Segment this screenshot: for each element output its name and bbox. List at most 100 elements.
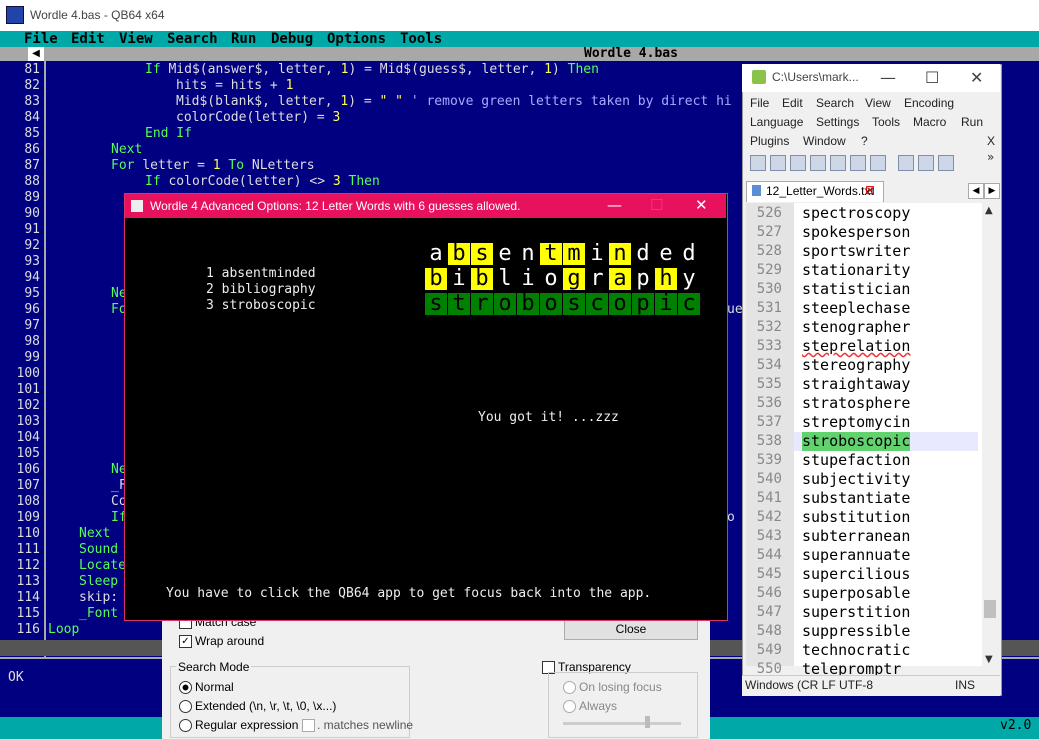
code-line-84: colorCode(letter) = 3 [176, 110, 341, 125]
always-radio[interactable] [563, 700, 576, 713]
extended-radio[interactable] [179, 700, 192, 713]
notepadpp-app-icon [752, 70, 766, 84]
on-losing-focus-radio[interactable] [563, 681, 576, 694]
wordle-maximize-icon[interactable]: ☐ [650, 196, 663, 214]
new-file-icon[interactable] [750, 155, 766, 171]
wordle-close-icon[interactable]: ✕ [695, 196, 708, 214]
np-line-number: 534 [756, 357, 782, 373]
save-icon[interactable] [790, 155, 806, 171]
qb-editor-top-border [0, 47, 1039, 61]
np-menu-language[interactable]: Language [750, 115, 803, 129]
np-line-number: 529 [756, 262, 782, 278]
scroll-up-icon[interactable]: ▲ [985, 205, 993, 216]
cut-icon[interactable] [898, 155, 914, 171]
normal-radio[interactable] [179, 681, 192, 694]
np-menu-search[interactable]: Search [816, 96, 854, 110]
np-menu-close-doc[interactable]: X [987, 134, 995, 148]
code-line-113: Sleep [79, 574, 119, 589]
notepadpp-window-title: C:\Users\mark... [772, 70, 859, 84]
np-line-number: 538 [756, 433, 782, 449]
scroll-down-icon[interactable]: ▼ [985, 654, 993, 665]
scroll-left-icon[interactable]: ◀ [28, 47, 44, 61]
qb-menu-view[interactable]: View [119, 31, 153, 47]
np-menu-file[interactable]: File [750, 96, 769, 110]
letter-tile: b [471, 268, 493, 290]
transparency-slider[interactable] [563, 722, 681, 725]
regex-radio[interactable] [179, 719, 192, 732]
qb-menu-edit[interactable]: Edit [71, 31, 105, 47]
np-menu-window[interactable]: Window [803, 134, 846, 148]
np-text-line: substitution [802, 508, 911, 526]
tab-scroll-right-icon[interactable]: ▶ [984, 183, 1000, 199]
guess-list-item-3: 3 stroboscopic [206, 298, 316, 313]
np-menu-tools[interactable]: Tools [872, 115, 900, 129]
qb-menu-search[interactable]: Search [167, 31, 218, 47]
matches-newline-checkbox[interactable] [302, 719, 315, 732]
letter-tile: i [655, 293, 677, 315]
maximize-icon[interactable]: ☐ [925, 68, 939, 87]
code-line-112: Locate [79, 558, 126, 573]
letter-tile: d [682, 241, 696, 266]
qb-line-number: 103 [16, 414, 40, 429]
code-line-81: If Mid$(answer$, letter, 1) = Mid$(guess… [145, 62, 599, 77]
qb-line-number: 89 [24, 190, 40, 205]
np-menu-edit[interactable]: Edit [782, 96, 803, 110]
np-menu-macro[interactable]: Macro [913, 115, 946, 129]
qb-line-number: 84 [24, 110, 40, 125]
np-text-line: stereography [802, 356, 911, 374]
qb-line-number: 111 [16, 542, 40, 557]
save-all-icon[interactable] [810, 155, 826, 171]
scrollbar-thumb[interactable] [984, 600, 996, 618]
letter-tile: s [425, 293, 447, 315]
np-menu-settings[interactable]: Settings [816, 115, 859, 129]
search-mode-label: Search Mode [176, 660, 252, 674]
np-text-line: suppressible [802, 622, 911, 640]
qb-menu-run[interactable]: Run [231, 31, 256, 47]
qb-line-number: 86 [24, 142, 40, 157]
np-menu-run[interactable]: Run [961, 115, 983, 129]
print-icon[interactable] [870, 155, 886, 171]
wrap-around-label: Wrap around [195, 634, 265, 648]
on-losing-focus-label: On losing focus [579, 680, 662, 694]
wordle-minimize-icon[interactable]: — [607, 196, 622, 214]
qb-line-number: 107 [16, 478, 40, 493]
qb-line-number: 106 [16, 462, 40, 477]
wrap-around-checkbox[interactable]: ✓ [179, 635, 192, 648]
toolbar-overflow-icon[interactable]: » [987, 150, 994, 164]
qb-line-number: 85 [24, 126, 40, 141]
letter-tile: s [563, 293, 585, 315]
letter-tile: i [521, 266, 535, 291]
open-file-icon[interactable] [770, 155, 786, 171]
qb-menu-options[interactable]: Options [327, 31, 386, 47]
qb-line-number: 88 [24, 174, 40, 189]
close-button[interactable]: Close [564, 618, 698, 640]
qb-menu-tools[interactable]: Tools [400, 31, 442, 47]
notepadpp-vertical-scrollbar[interactable] [982, 203, 998, 666]
qb-line-number: 82 [24, 78, 40, 93]
letter-tile: o [540, 293, 562, 315]
qb-line-number: 110 [16, 526, 40, 541]
np-line-number: 530 [756, 281, 782, 297]
tab-scroll-left-icon[interactable]: ◀ [968, 183, 984, 199]
np-menu-plugins[interactable]: Plugins [750, 134, 789, 148]
qb-menu-debug[interactable]: Debug [271, 31, 313, 47]
tab-close-icon[interactable]: ⊠ [865, 183, 875, 197]
np-menu-encoding[interactable]: Encoding [904, 96, 954, 110]
transparency-slider-thumb[interactable] [645, 716, 650, 728]
copy-icon[interactable] [918, 155, 934, 171]
letter-tile: e [659, 241, 673, 266]
close-file-icon[interactable] [830, 155, 846, 171]
np-menu-view[interactable]: View [865, 96, 891, 110]
minimize-icon[interactable]: — [880, 68, 896, 87]
letter-tile: h [655, 268, 677, 290]
np-menu-help[interactable]: ? [861, 134, 868, 148]
qb-line-number: 99 [24, 350, 40, 365]
qb-line-number: 105 [16, 446, 40, 461]
close-all-icon[interactable] [850, 155, 866, 171]
qb-line-number: 81 [24, 62, 40, 77]
paste-icon[interactable] [938, 155, 954, 171]
qb-menu-file[interactable]: File [24, 31, 58, 47]
close-icon[interactable]: ✕ [970, 68, 983, 87]
letter-tile: a [429, 241, 443, 266]
np-text-line: technocratic [802, 641, 911, 659]
